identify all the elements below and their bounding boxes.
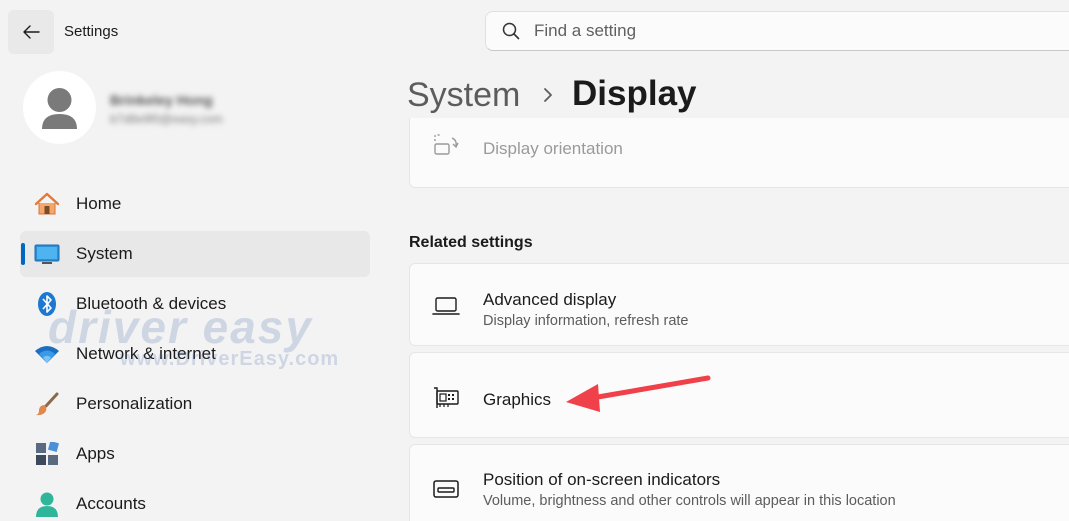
back-button[interactable] [8, 10, 54, 54]
sidebar-item-accounts[interactable]: Accounts [20, 481, 370, 521]
user-icon [42, 88, 77, 129]
row-title: Position of on-screen indicators [483, 470, 721, 489]
search-input[interactable] [534, 21, 934, 41]
annotation-arrow-icon [566, 375, 711, 412]
active-indicator [21, 243, 25, 265]
account-icon [34, 491, 60, 517]
home-icon [34, 191, 60, 217]
profile-name: Brinkeley Hong [110, 92, 213, 108]
orientation-icon [434, 134, 459, 155]
related-settings-heading: Related settings [409, 234, 533, 251]
search-icon [502, 22, 520, 40]
sidebar-item-label: Home [76, 194, 122, 213]
system-monitor-icon [34, 241, 60, 267]
row-subtitle: Display information, refresh rate [483, 313, 689, 329]
screen-indicator-icon [433, 480, 459, 498]
sidebar-item-label: Bluetooth & devices [76, 294, 227, 313]
graphics-card-icon [434, 387, 459, 408]
search-box[interactable] [485, 11, 1069, 51]
sidebar-item-label: System [76, 244, 133, 263]
apps-icon [34, 441, 60, 467]
wifi-icon [34, 341, 60, 367]
sidebar-item-label: Network & internet [76, 344, 216, 363]
row-title: Graphics [483, 390, 552, 409]
display-orientation-row[interactable]: Display orientation [409, 118, 1069, 188]
graphics-row[interactable]: Graphics [409, 352, 1069, 438]
avatar[interactable] [23, 71, 96, 144]
profile-email: b7d8e9f0@easy.com [110, 112, 223, 126]
sidebar-item-personalization[interactable]: Personalization [20, 381, 370, 427]
laptop-icon [432, 297, 460, 315]
chevron-right-icon [544, 88, 552, 102]
sidebar-item-label: Personalization [76, 394, 193, 413]
sidebar-item-network[interactable]: Network & internet [20, 331, 370, 377]
on-screen-indicators-row[interactable]: Position of on-screen indicators Volume,… [409, 444, 1069, 521]
sidebar-item-home[interactable]: Home [20, 181, 370, 227]
advanced-display-row[interactable]: Advanced display Display information, re… [409, 263, 1069, 346]
sidebar-item-label: Apps [76, 444, 115, 463]
page-title: Display [572, 74, 697, 113]
row-subtitle: Volume, brightness and other controls wi… [483, 493, 896, 509]
bluetooth-icon [34, 291, 60, 317]
back-arrow-icon [23, 25, 40, 39]
row-title: Display orientation [483, 139, 623, 158]
app-title: Settings [64, 23, 119, 40]
brush-icon [34, 391, 60, 417]
breadcrumb-parent[interactable]: System [407, 76, 520, 115]
sidebar-item-bluetooth[interactable]: Bluetooth & devices [20, 281, 370, 327]
sidebar-item-label: Accounts [76, 494, 146, 513]
row-title: Advanced display [483, 290, 617, 309]
sidebar-item-system[interactable]: System [20, 231, 370, 277]
sidebar-item-apps[interactable]: Apps [20, 431, 370, 477]
